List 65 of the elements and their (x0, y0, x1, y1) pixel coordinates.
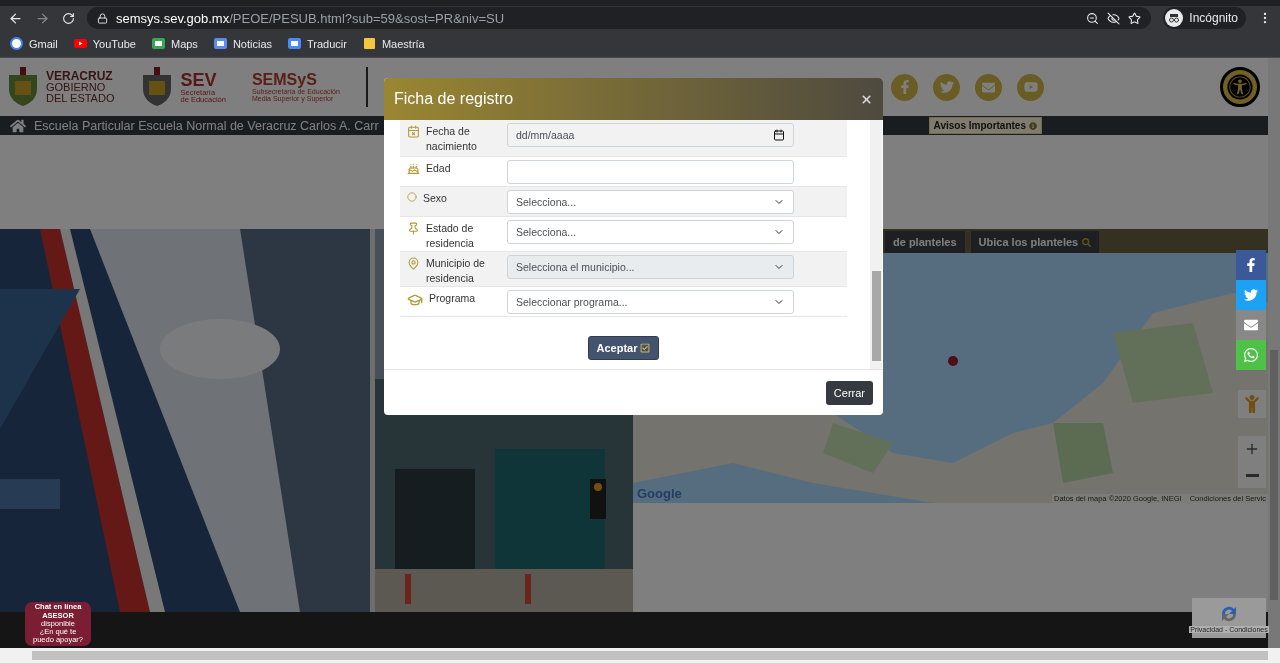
calendar-icon (407, 125, 420, 138)
cake-icon (407, 162, 420, 175)
logo-subtitle: GOBIERNO (46, 82, 107, 93)
lock-icon (97, 12, 108, 24)
close-dialog-button[interactable]: Cerrar (825, 380, 873, 405)
address-bar[interactable]: semsys.sev.gob.mx/PEOE/PESUB.html?sub=59&sost=PR&niv=SU (87, 7, 1152, 29)
dialog-title: Ficha de registro (394, 90, 514, 108)
logo-title: SEMSyS (251, 72, 317, 88)
map-tab[interactable]: Ubica los planteles (970, 231, 1100, 253)
logo-title: VERACRUZ (46, 70, 114, 82)
logo-title: SEV (180, 70, 218, 89)
circle-icon (407, 192, 417, 202)
map-icon (151, 37, 165, 50)
whatsapp-share-button[interactable] (1236, 340, 1266, 370)
select-field[interactable]: Selecciona... (507, 220, 794, 244)
star-icon[interactable] (1128, 11, 1142, 25)
scrollbar[interactable] (870, 120, 882, 369)
date-field[interactable]: dd/mm/aaaa (507, 123, 794, 147)
accessibility-icon[interactable] (1220, 67, 1260, 107)
close-button[interactable] (860, 92, 873, 106)
eye-off-icon[interactable] (1107, 11, 1121, 25)
bookmark-link[interactable]: Traducir (288, 37, 347, 50)
pegman-icon[interactable] (1238, 390, 1266, 418)
bookmark-link[interactable]: Gmail (10, 37, 58, 50)
check-icon (640, 343, 651, 353)
twitter-share-button[interactable] (1236, 280, 1266, 310)
bookmark-link[interactable]: YouTube (73, 37, 136, 50)
email-share-button[interactable] (1236, 310, 1266, 340)
map-tab[interactable]: de planteles (885, 231, 965, 253)
field-label: Sexo (423, 191, 447, 206)
home-icon[interactable] (10, 117, 26, 134)
profile-button[interactable]: Incógnito (1163, 7, 1246, 29)
field-label: Fecha de nacimiento (426, 124, 478, 154)
zoom-out-icon[interactable] (1086, 11, 1100, 25)
age-field[interactable] (507, 160, 794, 184)
notices-button[interactable]: Avisos Importantes (928, 117, 1042, 134)
facebook-icon (1244, 258, 1258, 272)
translate-icon (288, 37, 301, 50)
field-label: Edad (426, 161, 451, 176)
envelope-icon (1244, 318, 1258, 332)
incognito-icon (1165, 9, 1184, 27)
back-icon[interactable] (8, 10, 23, 26)
facebook-share-button[interactable] (1236, 250, 1266, 280)
school-name: Escuela Particular Escuela Normal de Veracruz Carlos A. Carr (34, 118, 379, 133)
plus-icon (1244, 441, 1260, 457)
bookmark-link[interactable]: Maestría (362, 37, 425, 50)
bookmark-link[interactable]: Noticias (213, 37, 272, 50)
news-icon (213, 37, 227, 50)
scrollbar[interactable] (0, 648, 1280, 663)
phone-bubble-icon (1243, 347, 1259, 363)
bird-icon (1244, 288, 1258, 302)
bookmark-link[interactable]: Maps (151, 37, 198, 50)
logo-subtitle: DEL ESTADO (46, 93, 115, 104)
forward-icon[interactable] (35, 10, 50, 26)
reload-icon[interactable] (62, 11, 75, 25)
crest-icon (6, 67, 40, 107)
play-icon (73, 37, 87, 50)
minus-icon (1245, 473, 1259, 477)
folder-icon (362, 37, 376, 50)
scrollbar[interactable] (1268, 58, 1280, 648)
calendar-icon[interactable] (773, 129, 785, 141)
google-icon (10, 37, 23, 50)
search-icon (1082, 237, 1092, 247)
info-icon (1029, 121, 1037, 130)
select-field[interactable]: Selecciona... (507, 190, 794, 214)
